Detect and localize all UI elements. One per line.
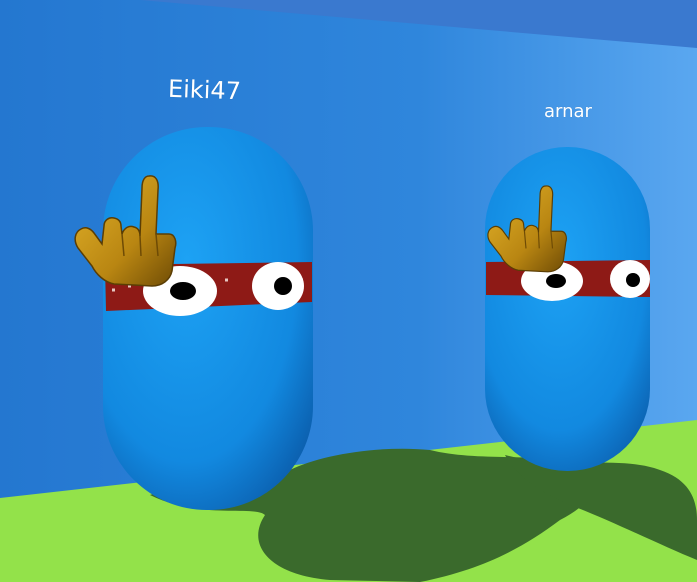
- game-viewport: Eiki47 arnar: [0, 0, 697, 582]
- capsule-body: [485, 147, 650, 471]
- player-nametag-2: arnar: [544, 101, 592, 122]
- player-avatar-arnar: [485, 147, 650, 471]
- player-nametag-1: Eiki47: [167, 74, 242, 106]
- pupil-right: [626, 273, 640, 287]
- pupil-left: [546, 274, 566, 288]
- pupil-left: [170, 282, 196, 300]
- pupil-right: [274, 277, 292, 295]
- capsule-body: [103, 127, 313, 510]
- player-avatar-eiki47: [103, 127, 313, 510]
- scene-graphics: [0, 0, 697, 582]
